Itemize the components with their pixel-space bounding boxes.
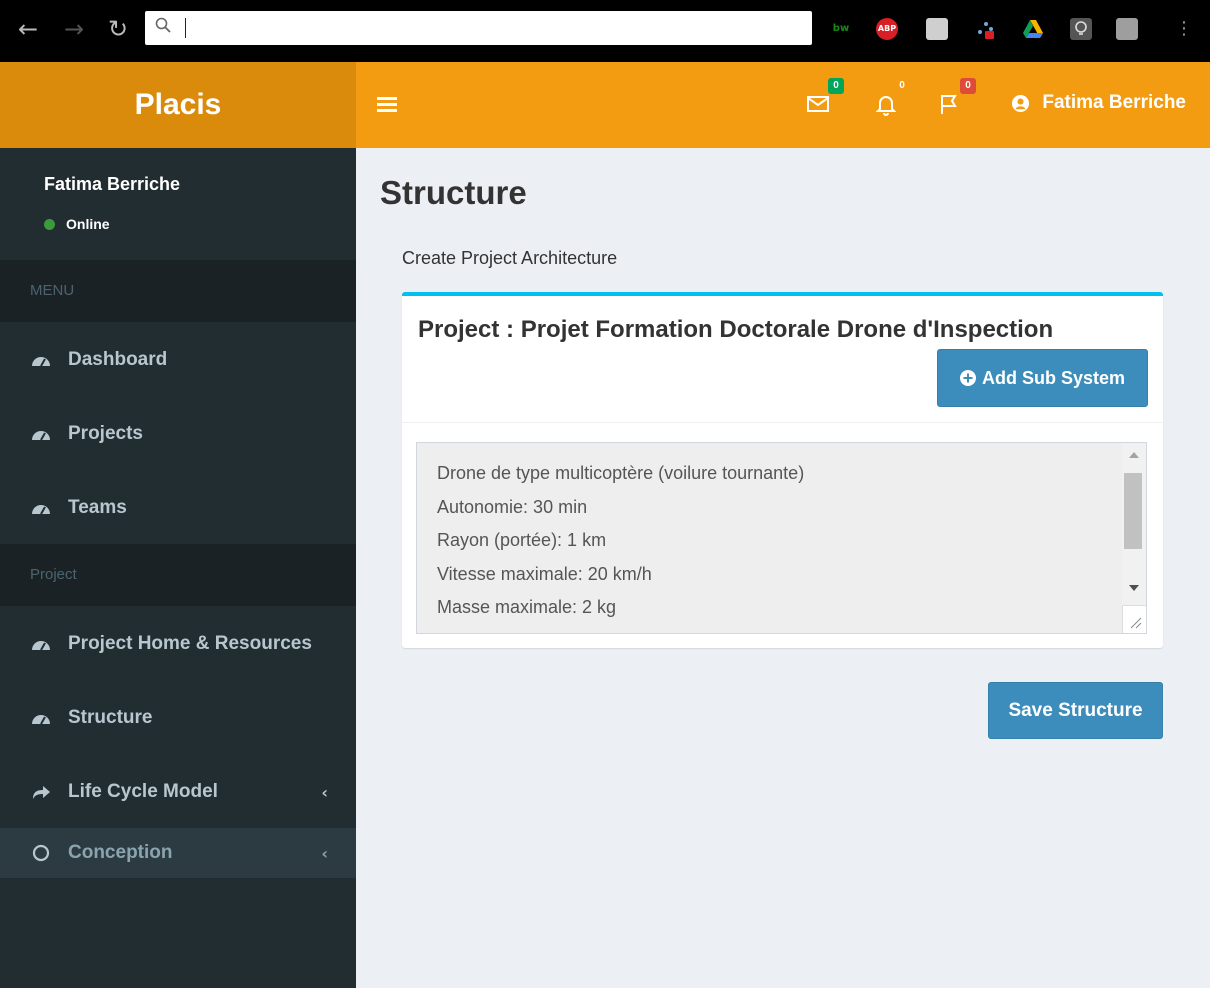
sidebar-item-teams[interactable]: Teams bbox=[0, 478, 356, 538]
scroll-up-arrow-icon[interactable] bbox=[1129, 452, 1139, 458]
add-sub-system-button[interactable]: Add Sub System bbox=[937, 349, 1148, 407]
search-icon bbox=[155, 17, 171, 33]
reload-icon[interactable]: ↻ bbox=[104, 14, 132, 44]
flag-icon bbox=[941, 95, 957, 114]
sidebar-user-panel: Fatima Berriche Online bbox=[0, 148, 356, 260]
address-bar[interactable] bbox=[145, 11, 812, 45]
sidebar-item-label: Life Cycle Model bbox=[68, 781, 218, 802]
sidebar-item-project-home[interactable]: Project Home & Resources bbox=[0, 614, 356, 674]
notifications-button[interactable]: 0 bbox=[874, 80, 905, 120]
sidebar-user-name: Fatima Berriche bbox=[44, 174, 181, 194]
doc-icon[interactable] bbox=[926, 18, 948, 40]
description-text: Drone de type multicoptère (voilure tour… bbox=[437, 457, 1106, 625]
drive-icon[interactable] bbox=[1022, 18, 1044, 40]
share-arrow-icon bbox=[30, 781, 52, 803]
save-structure-button[interactable]: Save Structure bbox=[988, 682, 1163, 739]
description-line: Drone de type multicoptère (voilure tour… bbox=[437, 463, 805, 483]
description-line: Rayon (portée): 1 km bbox=[437, 530, 607, 550]
brand-name: Placis bbox=[134, 88, 222, 121]
sidebar-item-label: Projects bbox=[68, 423, 143, 444]
status-label: Online bbox=[66, 216, 110, 232]
dashboard-icon bbox=[30, 707, 52, 729]
project-title: Project : Projet Formation Doctorale Dro… bbox=[418, 316, 1054, 343]
sidebar-item-label: Teams bbox=[68, 497, 127, 518]
text-cursor bbox=[185, 18, 186, 38]
section-label: Create Project Architecture bbox=[402, 248, 618, 268]
network-icon[interactable] bbox=[974, 18, 996, 40]
description-line: Vitesse maximale: 20 km/h bbox=[437, 563, 652, 584]
hamburger-menu-icon[interactable] bbox=[377, 97, 397, 113]
sidebar-item-projects[interactable]: Projects bbox=[0, 404, 356, 464]
sidebar-item-label: Project Home & Resources bbox=[68, 633, 312, 654]
project-description-textarea[interactable]: Drone de type multicoptère (voilure tour… bbox=[416, 442, 1147, 634]
sidebar-item-label: Conception bbox=[68, 842, 173, 863]
messages-button[interactable]: 0 bbox=[806, 78, 844, 120]
chevron-left-icon: ‹ bbox=[321, 843, 328, 863]
circle-icon bbox=[30, 842, 52, 864]
ext-icon[interactable] bbox=[1116, 18, 1138, 40]
adblock-icon[interactable]: ABP bbox=[876, 18, 898, 40]
dashboard-icon bbox=[30, 633, 52, 655]
notifications-badge: 0 bbox=[899, 80, 905, 91]
top-navbar: 0 0 0 Fatima Berriche bbox=[356, 62, 1210, 148]
sidebar-item-life-cycle-model[interactable]: Life Cycle Model ‹ bbox=[0, 762, 356, 822]
back-arrow-icon[interactable]: ← bbox=[14, 14, 42, 44]
description-line: Autonomie: 30 min bbox=[437, 496, 588, 517]
plus-circle-icon bbox=[959, 370, 976, 386]
online-status: Online bbox=[44, 216, 110, 232]
page-title: Structure bbox=[380, 174, 527, 211]
more-menu-icon[interactable]: ⋮ bbox=[1170, 14, 1198, 44]
resize-handle-icon[interactable] bbox=[1122, 605, 1146, 633]
flags-badge: 0 bbox=[960, 78, 976, 94]
user-name: Fatima Berriche bbox=[1042, 92, 1186, 113]
browser-toolbar: ← → ↻ bw ABP ⋮ bbox=[0, 0, 1210, 62]
dashboard-icon bbox=[30, 349, 52, 371]
user-menu[interactable]: Fatima Berriche bbox=[1011, 92, 1186, 114]
dashboard-icon bbox=[30, 423, 52, 445]
sidebar-header-project: Project bbox=[0, 544, 356, 606]
sidebar-item-conception[interactable]: Conception ‹ bbox=[0, 828, 356, 878]
flags-button[interactable]: 0 bbox=[938, 78, 976, 120]
sidebar-header-menu: MENU bbox=[0, 260, 356, 322]
sidebar-item-label: Structure bbox=[68, 707, 153, 728]
description-line: Masse maximale: 2 kg bbox=[437, 597, 617, 617]
bell-icon bbox=[875, 96, 897, 116]
bw-icon[interactable]: bw bbox=[830, 18, 852, 40]
scrollbar-thumb[interactable] bbox=[1124, 473, 1142, 549]
scroll-down-arrow-icon[interactable] bbox=[1129, 585, 1139, 591]
messages-badge: 0 bbox=[828, 78, 844, 94]
chevron-left-icon: ‹ bbox=[321, 782, 328, 802]
sidebar-item-label: Dashboard bbox=[68, 349, 168, 370]
envelope-icon bbox=[807, 96, 829, 112]
sidebar: Fatima Berriche Online MENU Dashboard Pr… bbox=[0, 148, 356, 988]
online-dot-icon bbox=[44, 218, 55, 230]
box-divider bbox=[402, 422, 1163, 423]
sidebar-item-dashboard[interactable]: Dashboard bbox=[0, 330, 356, 390]
dashboard-icon bbox=[30, 497, 52, 519]
user-circle-icon bbox=[1012, 94, 1030, 112]
project-box: Project : Projet Formation Doctorale Dro… bbox=[402, 292, 1163, 648]
forward-arrow-icon[interactable]: → bbox=[60, 14, 88, 44]
lightbulb-icon[interactable] bbox=[1070, 18, 1092, 40]
add-sub-system-label: Add Sub System bbox=[981, 367, 1126, 388]
brand-logo[interactable]: Placis bbox=[0, 62, 356, 148]
sidebar-item-structure[interactable]: Structure bbox=[0, 688, 356, 748]
